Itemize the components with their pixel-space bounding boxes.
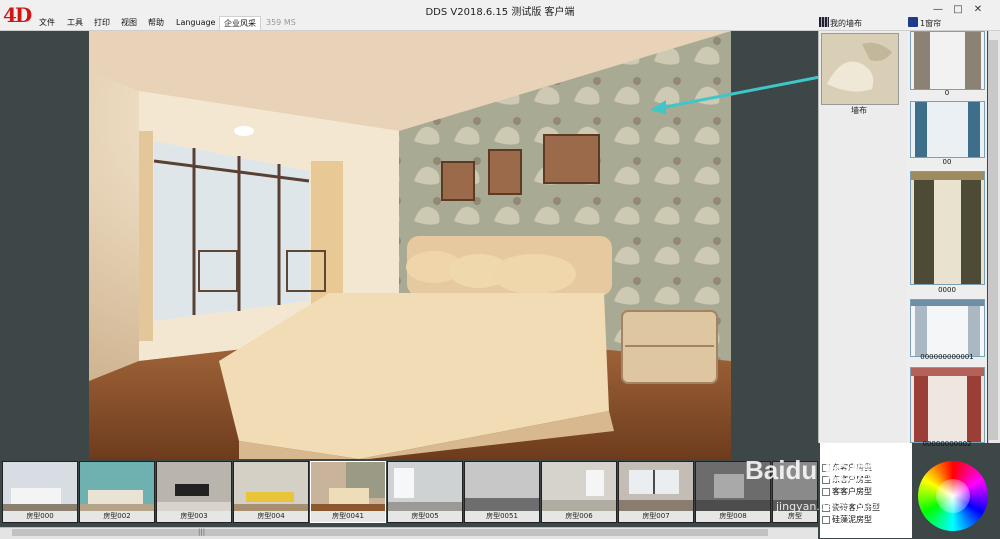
room-thumb[interactable]: 房型007 [618, 461, 694, 523]
curtain-scrollbar-thumb[interactable] [989, 40, 998, 440]
menu-view[interactable]: 视图 [117, 16, 141, 29]
wallcloth-name: 墙布 [851, 106, 867, 115]
close-button[interactable]: ✕ [970, 4, 986, 16]
menu-language[interactable]: Language [172, 16, 219, 29]
room-thumb[interactable]: 房型004 [233, 461, 309, 523]
wallcloth-thumbnail[interactable] [821, 33, 899, 105]
curtain-label-2: 0000 [938, 286, 956, 294]
wall-grid-icon [819, 17, 829, 27]
watermark: Baidu 经验 [745, 455, 877, 485]
curtain-label-4: 00000000002 [922, 440, 972, 448]
room-preview[interactable] [89, 31, 731, 459]
menu-tools[interactable]: 工具 [63, 16, 87, 29]
wallcloth-pattern [822, 34, 898, 104]
curtain-icon [908, 17, 918, 27]
room-thumb-selected[interactable]: 房型0041 [310, 461, 386, 523]
menu-company[interactable]: 企业风采 [219, 16, 261, 30]
room-thumb[interactable]: 房型006 [541, 461, 617, 523]
curtain-label-1: 00 [942, 158, 952, 166]
room-thumb[interactable]: 房型003 [156, 461, 232, 523]
curtain-label-3: 000000000001 [920, 353, 974, 361]
menu-file[interactable]: 文件 [35, 16, 59, 29]
annotation-arrow [650, 74, 826, 114]
menu-print[interactable]: 打印 [90, 16, 114, 29]
tab-curtain[interactable]: 1窗帘 [920, 18, 941, 29]
curtain-item-1[interactable] [910, 101, 985, 158]
curtain-item-2[interactable] [910, 171, 985, 285]
curtain-item-4[interactable] [910, 367, 985, 443]
room-strip-scrollbar-thumb[interactable] [12, 529, 768, 536]
minimize-button[interactable]: — [930, 4, 946, 16]
render-time: 359 MS [266, 18, 296, 27]
room-thumb[interactable]: 房型0051 [464, 461, 540, 523]
tab-my-wallcloth[interactable]: 我的墙布 [830, 18, 862, 29]
maximize-button[interactable]: □ [950, 4, 966, 16]
curtain-item-3[interactable] [910, 299, 985, 357]
room-render [89, 31, 731, 459]
curtain-label-0: 0 [944, 89, 950, 97]
menu-help[interactable]: 帮助 [144, 16, 168, 29]
color-wheel-center [936, 479, 970, 513]
room-thumb[interactable]: 房型005 [387, 461, 463, 523]
curtain-item-0[interactable] [910, 31, 985, 90]
room-thumb[interactable]: 房型000 [2, 461, 78, 523]
room-thumb[interactable]: 房型002 [79, 461, 155, 523]
watermark-url: jingyan.baidu.com [776, 500, 878, 513]
scrollbar-grip-icon: ||| [198, 528, 206, 536]
